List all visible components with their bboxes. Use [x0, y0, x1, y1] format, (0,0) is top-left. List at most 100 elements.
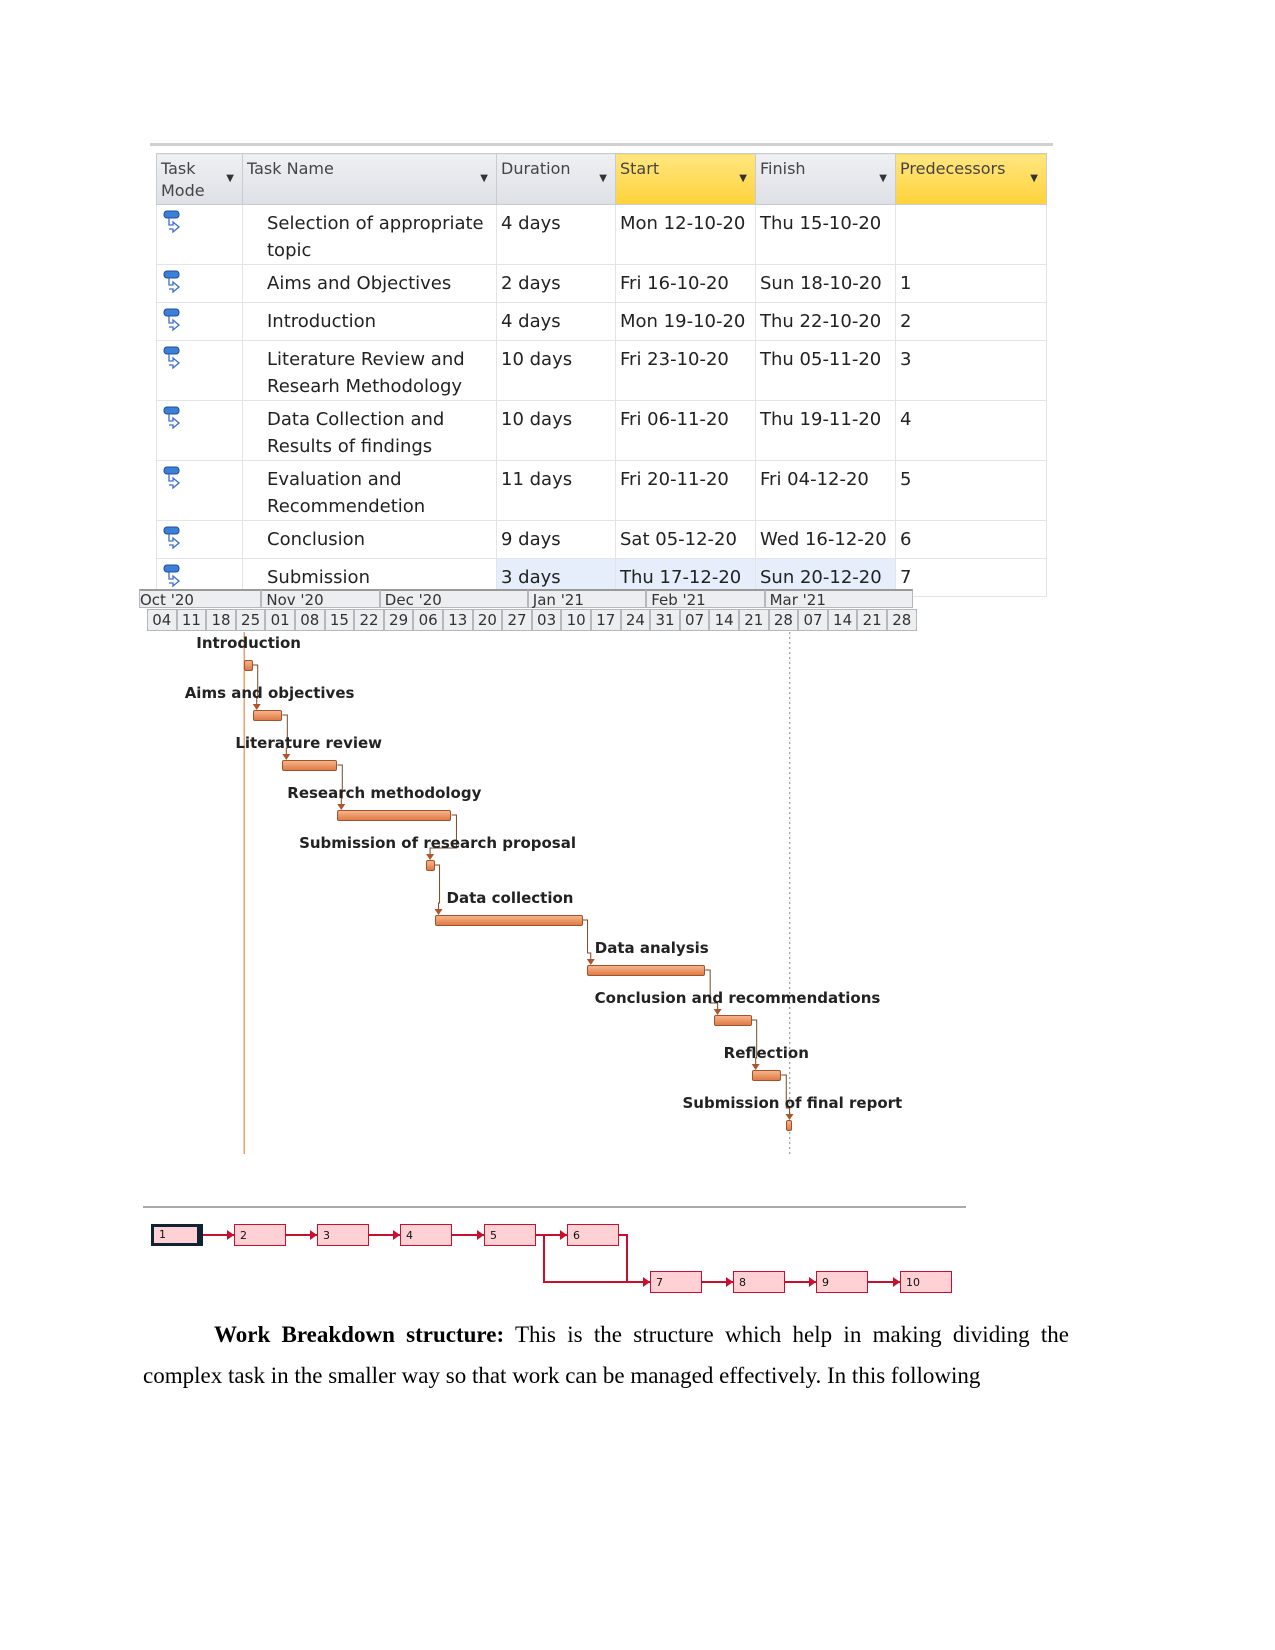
- task-bar[interactable]: [426, 860, 435, 871]
- arrow-head-icon: [477, 1230, 484, 1240]
- column-header[interactable]: Predecessors ▼: [895, 153, 1047, 205]
- task-mode-cell: [156, 340, 243, 401]
- filter-dropdown-icon[interactable]: ▼: [739, 168, 747, 190]
- timescale-month: Nov '20: [261, 589, 380, 609]
- timescale-week: 06: [413, 609, 443, 631]
- cell-finish[interactable]: Sun 18-10-20: [755, 264, 896, 303]
- column-header[interactable]: Finish ▼: [755, 153, 896, 205]
- cell-pred[interactable]: 3: [895, 340, 1047, 401]
- arrow-head-icon: [310, 1230, 317, 1240]
- timescale-week: 14: [827, 609, 858, 631]
- table-row[interactable]: Conclusion 9 days Sat 05-12-20 Wed 16-12-20…: [156, 520, 1047, 559]
- cell-start[interactable]: Mon 12-10-20: [615, 204, 756, 265]
- cell-name[interactable]: Literature Review and Researh Methodolog…: [242, 340, 497, 401]
- network-node[interactable]: 8: [733, 1271, 785, 1293]
- cell-start[interactable]: Fri 20-11-20: [615, 460, 756, 521]
- arrow-head-icon: [643, 1277, 650, 1287]
- task-bar[interactable]: [434, 915, 583, 926]
- filter-dropdown-icon[interactable]: ▼: [1030, 168, 1038, 190]
- task-bar[interactable]: [751, 1070, 782, 1081]
- auto-scheduled-task-icon: [163, 346, 181, 370]
- timescale-week: 11: [176, 609, 207, 631]
- cell-pred[interactable]: [895, 204, 1047, 265]
- cell-pred[interactable]: 1: [895, 264, 1047, 303]
- cell-duration[interactable]: 4 days: [496, 302, 616, 341]
- filter-dropdown-icon[interactable]: ▼: [226, 168, 234, 190]
- cell-duration[interactable]: 10 days: [496, 400, 616, 461]
- timescale-week: 20: [472, 609, 503, 631]
- column-header[interactable]: Task Name ▼: [242, 153, 497, 205]
- table-row[interactable]: Literature Review and Researh Methodolog…: [156, 340, 1047, 401]
- filter-dropdown-icon[interactable]: ▼: [480, 168, 488, 190]
- cell-name[interactable]: Selection of appropriate topic: [242, 204, 497, 265]
- auto-scheduled-task-icon: [163, 466, 181, 490]
- cell-pred[interactable]: 6: [895, 520, 1047, 559]
- task-label: Data collection: [446, 889, 574, 907]
- cell-pred[interactable]: 5: [895, 460, 1047, 521]
- cell-duration[interactable]: 9 days: [496, 520, 616, 559]
- cell-finish[interactable]: Thu 22-10-20: [755, 302, 896, 341]
- cell-duration[interactable]: 2 days: [496, 264, 616, 303]
- auto-scheduled-task-icon: [163, 270, 181, 294]
- task-bar[interactable]: [252, 710, 283, 721]
- column-header[interactable]: Duration ▼: [496, 153, 616, 205]
- cell-pred[interactable]: 2: [895, 302, 1047, 341]
- cell-start[interactable]: Fri 16-10-20: [615, 264, 756, 303]
- network-diagram: 1 2 3 4 5 6 7 8 9 10: [143, 1206, 966, 1308]
- column-header-label: Task Mode: [161, 159, 205, 200]
- cell-finish[interactable]: Thu 15-10-20: [755, 204, 896, 265]
- cell-duration[interactable]: 4 days: [496, 204, 616, 265]
- auto-scheduled-task-icon: [163, 526, 181, 550]
- cell-finish[interactable]: Thu 05-11-20: [755, 340, 896, 401]
- cell-duration[interactable]: 10 days: [496, 340, 616, 401]
- cell-start[interactable]: Fri 23-10-20: [615, 340, 756, 401]
- arrow-head-icon: [393, 1230, 400, 1240]
- cell-duration[interactable]: 11 days: [496, 460, 616, 521]
- timescale-week: 28: [768, 609, 799, 631]
- cell-start[interactable]: Fri 06-11-20: [615, 400, 756, 461]
- task-bar[interactable]: [337, 810, 452, 821]
- timescale-week: 24: [620, 609, 651, 631]
- cell-name[interactable]: Conclusion: [242, 520, 497, 559]
- table-row[interactable]: Evaluation and Recommendetion 11 days Fri …: [156, 460, 1047, 521]
- timescale-week: 10: [561, 609, 591, 631]
- task-bar[interactable]: [586, 965, 706, 976]
- auto-scheduled-task-icon: [163, 406, 181, 430]
- table-row[interactable]: Selection of appropriate topic 4 days Mon …: [156, 204, 1047, 265]
- table-row[interactable]: Introduction 4 days Mon 19-10-20 Thu 22-10-…: [156, 302, 1047, 341]
- cell-start[interactable]: Mon 19-10-20: [615, 302, 756, 341]
- cell-name[interactable]: Introduction: [242, 302, 497, 341]
- filter-dropdown-icon[interactable]: ▼: [879, 168, 887, 190]
- column-header[interactable]: Task Mode ▼: [156, 153, 243, 205]
- network-node[interactable]: 6: [567, 1224, 619, 1246]
- cell-pred[interactable]: 7: [895, 558, 1047, 597]
- auto-scheduled-task-icon: [163, 564, 181, 588]
- cell-pred[interactable]: 4: [895, 400, 1047, 461]
- cell-name[interactable]: Data Collection and Results of findings: [242, 400, 497, 461]
- table-row[interactable]: Data Collection and Results of findings 1…: [156, 400, 1047, 461]
- cell-finish[interactable]: Wed 16-12-20: [755, 520, 896, 559]
- network-node[interactable]: 4: [400, 1224, 452, 1246]
- network-node[interactable]: 5: [484, 1224, 536, 1246]
- cell-finish[interactable]: Fri 04-12-20: [755, 460, 896, 521]
- dependency-link: [434, 864, 441, 913]
- network-node[interactable]: 7: [650, 1271, 702, 1293]
- cell-start[interactable]: Sat 05-12-20: [615, 520, 756, 559]
- network-node[interactable]: 10: [900, 1271, 952, 1293]
- gantt-links: [243, 632, 794, 1154]
- task-bar[interactable]: [785, 1120, 792, 1131]
- cell-finish[interactable]: Thu 19-11-20: [755, 400, 896, 461]
- filter-dropdown-icon[interactable]: ▼: [599, 168, 607, 190]
- network-node[interactable]: 2: [234, 1224, 286, 1246]
- timescale-week: 18: [206, 609, 236, 631]
- task-bar[interactable]: [244, 660, 253, 671]
- network-node[interactable]: 9: [816, 1271, 868, 1293]
- network-node[interactable]: 1: [151, 1224, 203, 1246]
- task-bar[interactable]: [713, 1015, 752, 1026]
- table-row[interactable]: Aims and Objectives 2 days Fri 16-10-20 Sun…: [156, 264, 1047, 303]
- network-node[interactable]: 3: [317, 1224, 369, 1246]
- task-bar[interactable]: [282, 760, 338, 771]
- cell-name[interactable]: Evaluation and Recommendetion: [242, 460, 497, 521]
- cell-name[interactable]: Aims and Objectives: [242, 264, 497, 303]
- column-header[interactable]: Start ▼: [615, 153, 756, 205]
